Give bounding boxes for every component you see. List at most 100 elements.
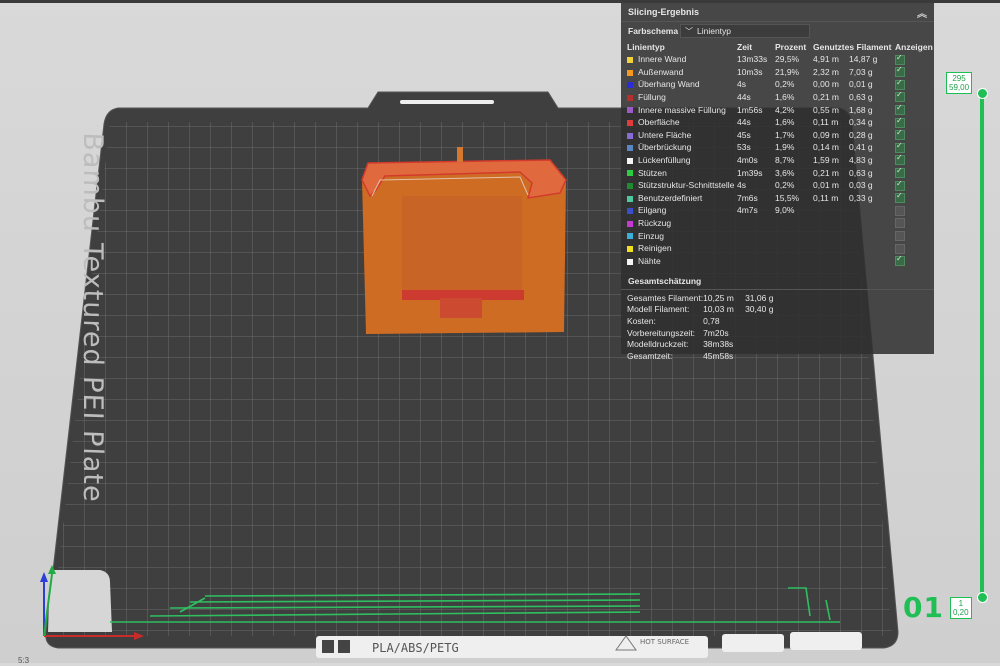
show-checkbox[interactable] (895, 153, 905, 166)
filament-cell: 0,00 m 0,01 g (813, 78, 895, 91)
show-checkbox[interactable] (895, 205, 905, 216)
filament-weight: 0,41 g (849, 142, 873, 153)
percent-cell: 3,6% (775, 167, 795, 178)
percent-cell (775, 229, 813, 242)
plate-bottom-label-bg (316, 636, 708, 658)
color-swatch (627, 170, 633, 177)
percent-cell: 1,6% (775, 92, 795, 103)
line-type-cell: Überbrückung (627, 141, 737, 154)
col-time: Zeit (737, 41, 753, 52)
summary-row: Modell Filament: 10,03 m 30,40 g (627, 304, 773, 316)
show-checkbox[interactable] (895, 65, 905, 78)
filament-length: 0,21 m (813, 92, 839, 103)
time-cell: 4m0s (737, 155, 758, 166)
show-checkbox[interactable] (895, 141, 905, 153)
percent-cell: 1,7% (775, 129, 795, 140)
plate-name: Bambu Textured PEI Plate (77, 131, 108, 504)
line-type-cell: Innere massive Füllung (627, 103, 737, 116)
filament-length: 4,91 m (813, 54, 839, 65)
percent-cell: 1,6% (775, 117, 795, 128)
summary-value-2 (745, 315, 773, 327)
show-checkbox[interactable] (895, 78, 905, 90)
show-checkbox[interactable] (895, 90, 905, 103)
show-checkbox[interactable] (895, 243, 905, 254)
show-checkbox[interactable] (895, 166, 905, 179)
line-type-name: Außenwand (638, 66, 684, 77)
show-cell (895, 242, 933, 255)
line-type-row: Untere Fläche 45s 1,7% 0,09 m 0,28 g (627, 128, 933, 142)
layer-slider-track[interactable] (980, 93, 984, 598)
time-cell (737, 229, 775, 242)
line-type-cell: Rückzug (627, 217, 737, 230)
summary-label: Vorbereitungszeit: (627, 327, 696, 338)
show-checkbox[interactable] (895, 103, 905, 116)
time-cell: 1m56s (737, 104, 763, 115)
percent-cell: 8,7% (775, 155, 795, 166)
filament-cell: 1,59 m 4,83 g (813, 154, 895, 167)
filament-cell: 0,11 m 0,34 g (813, 116, 895, 129)
line-type-name: Oberfläche (638, 117, 680, 128)
filament-weight: 14,87 g (849, 54, 878, 65)
filament-length: 0,14 m (813, 142, 839, 153)
show-cell (895, 128, 933, 142)
line-type-name: Rückzug (638, 218, 672, 229)
line-type-name: Füllung (638, 92, 666, 103)
filament-cell: 0,09 m 0,28 g (813, 129, 895, 142)
show-checkbox[interactable] (895, 53, 905, 65)
color-swatch (627, 195, 633, 202)
filament-cell: 0,21 m 0,63 g (813, 91, 895, 104)
filament-cell: 4,91 m 14,87 g (813, 53, 895, 66)
line-type-cell: Eilgang (627, 204, 737, 217)
top-layer-number: 295 (952, 74, 966, 83)
line-type-row: Einzug (627, 229, 933, 242)
time-cell (737, 242, 775, 255)
show-checkbox[interactable] (895, 191, 905, 204)
line-type-cell: Füllung (627, 91, 737, 104)
plate-handle (400, 100, 494, 104)
percent-cell (775, 217, 813, 230)
show-checkbox[interactable] (895, 128, 905, 141)
layer-slider-top-handle[interactable] (977, 88, 988, 99)
color-swatch (627, 258, 633, 265)
show-cell (895, 53, 933, 66)
filament-weight: 0,34 g (849, 117, 873, 128)
color-scheme-value: Linientyp (697, 26, 732, 36)
line-type-name: Reinigen (638, 243, 672, 254)
filament-weight: 0,03 g (849, 180, 873, 191)
time-cell: 4s (737, 79, 746, 90)
summary-value-2 (745, 350, 773, 362)
filament-weight: 4,83 g (849, 155, 873, 166)
line-type-row: Füllung 44s 1,6% 0,21 m 0,63 g (627, 90, 933, 104)
show-checkbox[interactable] (895, 230, 905, 241)
show-checkbox[interactable] (895, 218, 905, 229)
bottom-layer-height: 0,20 (953, 608, 969, 617)
line-type-cell: Untere Fläche (627, 129, 737, 142)
percent-cell: 15,5% (775, 192, 800, 203)
color-swatch (627, 208, 633, 215)
filament-length: 0,21 m (813, 167, 839, 178)
chevron-down-icon: ﹀ (685, 26, 693, 36)
layer-slider-bottom-handle[interactable] (977, 592, 988, 603)
show-cell (895, 191, 933, 205)
line-type-row: Außenwand 10m3s 21,9% 2,32 m 7,03 g (627, 65, 933, 79)
line-type-name: Stützen (638, 167, 667, 178)
collapse-icon[interactable]: ︽ (917, 5, 927, 20)
color-swatch (627, 57, 633, 64)
show-checkbox[interactable] (895, 179, 905, 191)
line-type-cell: Überhang Wand (627, 78, 737, 91)
filament-length: 0,11 m (813, 117, 839, 128)
show-checkbox[interactable] (895, 116, 905, 128)
time-cell: 45s (737, 129, 751, 140)
line-type-cell: Oberfläche (627, 116, 737, 129)
color-scheme-select[interactable]: ﹀ Linientyp (680, 24, 810, 38)
line-type-row: Oberfläche 44s 1,6% 0,11 m 0,34 g (627, 116, 933, 129)
line-type-name: Benutzerdefiniert (638, 192, 703, 203)
summary-value-2 (745, 338, 773, 350)
percent-cell: 9,0% (775, 205, 795, 216)
percent-cell: 29,5% (775, 54, 800, 65)
time-cell: 1m39s (737, 167, 763, 178)
show-cell (895, 254, 933, 268)
zoom-label[interactable]: 5:3 (0, 656, 46, 666)
color-swatch (627, 182, 633, 189)
show-checkbox[interactable] (895, 254, 905, 267)
